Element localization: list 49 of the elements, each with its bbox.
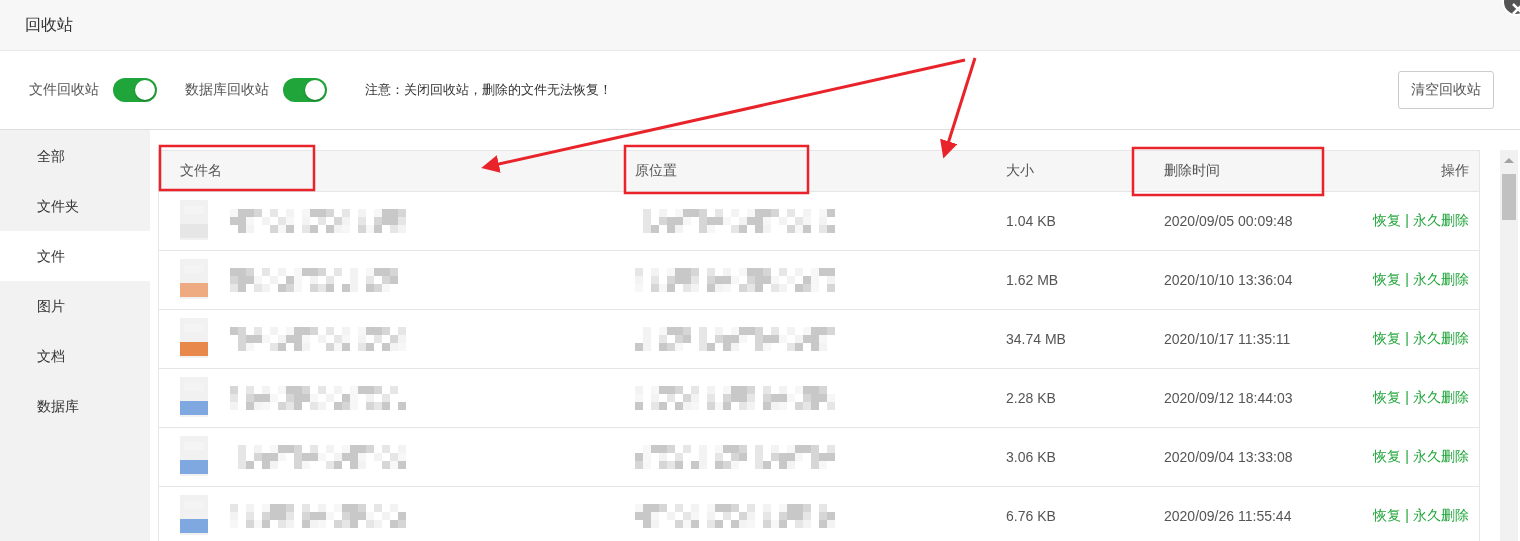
separator: | [1405, 330, 1409, 348]
column-header: 删除时间 [1164, 162, 1221, 180]
deleted-time: 2020/09/26 11:55:44 [1164, 508, 1293, 524]
column-header: 文件名 [180, 162, 223, 180]
deleted-time: 2020/10/17 11:35:11 [1164, 331, 1292, 347]
sidebar-item[interactable]: 文件 [0, 231, 150, 281]
delete-permanently-link[interactable]: 永久删除 [1413, 330, 1469, 348]
toggle-label: 数据库回收站 [185, 81, 269, 99]
scrollbar-thumb[interactable] [1502, 174, 1516, 220]
toggle-label: 文件回收站 [29, 81, 99, 99]
delete-permanently-link[interactable]: 永久删除 [1413, 448, 1469, 466]
delete-permanently-link[interactable]: 永久删除 [1413, 271, 1469, 289]
separator: | [1405, 448, 1409, 466]
window-title: 回收站 [25, 14, 73, 35]
separator: | [1405, 271, 1409, 289]
separator: | [1405, 389, 1409, 407]
deleted-time: 2020/09/05 00:09:48 [1164, 213, 1294, 229]
separator: | [1405, 212, 1409, 230]
restore-link[interactable]: 恢复 [1373, 271, 1402, 289]
restore-link[interactable]: 恢复 [1373, 507, 1402, 525]
column-header: 大小 [1006, 162, 1035, 180]
restore-link[interactable]: 恢复 [1373, 330, 1402, 348]
sidebar-item[interactable]: 文档 [0, 331, 150, 381]
sidebar-item[interactable]: 图片 [0, 281, 150, 331]
file-size: 6.76 KB [1006, 508, 1057, 524]
sidebar-item[interactable]: 数据库 [0, 381, 150, 431]
file-size: 1.62 MB [1006, 272, 1060, 288]
file-size: 3.06 KB [1006, 449, 1057, 465]
separator: | [1405, 507, 1409, 525]
restore-link[interactable]: 恢复 [1373, 389, 1402, 407]
warning-text: 注意：关闭回收站，删除的文件无法恢复！ [365, 81, 612, 99]
toggle-switch[interactable] [113, 78, 157, 102]
delete-permanently-link[interactable]: 永久删除 [1413, 389, 1469, 407]
toggle-switch[interactable] [283, 78, 327, 102]
delete-permanently-link[interactable]: 永久删除 [1413, 212, 1469, 230]
column-header: 原位置 [635, 162, 678, 180]
file-size: 2.28 KB [1006, 390, 1057, 406]
deleted-time: 2020/10/10 13:36:04 [1164, 272, 1294, 288]
file-size: 1.04 KB [1006, 213, 1057, 229]
delete-permanently-link[interactable]: 永久删除 [1413, 507, 1469, 525]
restore-link[interactable]: 恢复 [1373, 212, 1402, 230]
deleted-time: 2020/09/12 18:44:03 [1164, 390, 1294, 406]
sidebar-item[interactable]: 文件夹 [0, 181, 150, 231]
deleted-time: 2020/09/04 13:33:08 [1164, 449, 1294, 465]
clear-recycle-bin-button[interactable]: 清空回收站 [1398, 71, 1494, 109]
restore-link[interactable]: 恢复 [1373, 448, 1402, 466]
sidebar-item[interactable]: 全部 [0, 131, 150, 181]
column-header: 操作 [1441, 162, 1469, 180]
file-size: 34.74 MB [1006, 331, 1067, 347]
